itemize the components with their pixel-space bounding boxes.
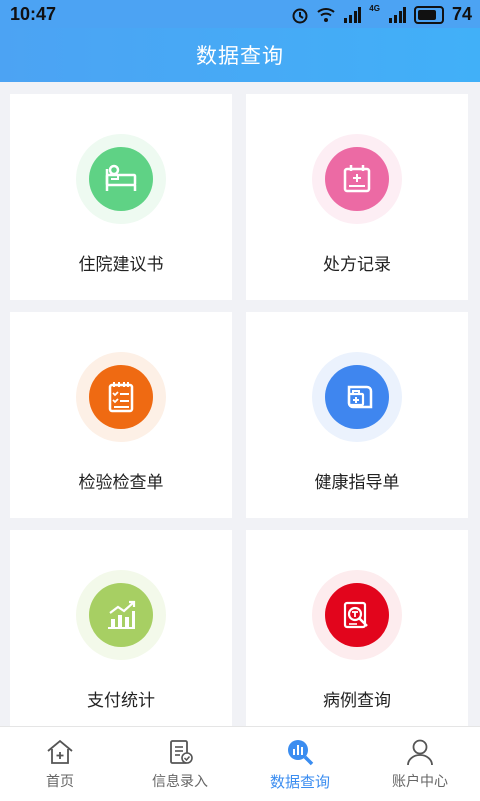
card-label: 病例查询 xyxy=(323,691,391,711)
icon-halo xyxy=(312,134,402,224)
card-label: 住院建议书 xyxy=(78,255,164,275)
network-type: 4G xyxy=(369,4,380,13)
card-hospital-advice[interactable]: 住院建议书 xyxy=(10,94,232,300)
icon-halo xyxy=(76,570,166,660)
document-edit-icon xyxy=(170,740,193,764)
tab-label: 首页 xyxy=(46,774,74,790)
checklist-icon xyxy=(108,382,134,413)
icon-circle xyxy=(89,147,153,211)
status-time: 10:47 xyxy=(10,4,57,24)
page-header: 数据查询 xyxy=(0,28,480,82)
alarm-icon xyxy=(292,8,308,23)
card-label: 支付统计 xyxy=(87,691,155,711)
tab-home[interactable]: 首页 xyxy=(0,727,120,801)
calendar-plus-icon xyxy=(343,165,371,193)
battery-icon xyxy=(413,5,444,24)
tab-label: 信息录入 xyxy=(152,774,208,790)
card-label: 检验检查单 xyxy=(78,473,164,493)
medical-kit-icon xyxy=(347,385,373,409)
status-bar: 10:47 4G 74 xyxy=(0,0,480,28)
card-label: 处方记录 xyxy=(323,255,391,275)
battery-level: 74 xyxy=(451,4,472,24)
signal-icon xyxy=(344,6,362,23)
home-icon xyxy=(47,739,73,764)
hospital-bed-icon xyxy=(105,164,137,191)
signal-icon-2 xyxy=(388,6,406,23)
card-payment-stats[interactable]: 支付统计 xyxy=(10,530,232,736)
icon-halo xyxy=(76,134,166,224)
case-search-icon xyxy=(343,601,368,629)
tab-account-center[interactable]: 账户中心 xyxy=(360,727,480,801)
icon-circle xyxy=(325,365,389,429)
card-case-search[interactable]: 病例查询 xyxy=(246,530,468,736)
card-label: 健康指导单 xyxy=(314,473,400,493)
page-title: 数据查询 xyxy=(196,44,284,68)
tab-label: 数据查询 xyxy=(269,773,330,791)
bottom-tab-bar: 首页 信息录入 数据查询 账户中心 xyxy=(0,726,480,801)
user-icon xyxy=(407,739,433,766)
card-lab-report[interactable]: 检验检查单 xyxy=(10,312,232,518)
icon-circle xyxy=(325,147,389,211)
tab-label: 账户中心 xyxy=(392,774,448,790)
icon-halo xyxy=(312,570,402,660)
wifi-icon xyxy=(317,7,335,22)
icon-halo xyxy=(312,352,402,442)
card-prescription-records[interactable]: 处方记录 xyxy=(246,94,468,300)
status-icons: 4G 74 xyxy=(291,4,472,25)
tab-data-query[interactable]: 数据查询 xyxy=(240,727,360,801)
data-search-icon xyxy=(288,740,314,766)
card-health-guidance[interactable]: 健康指导单 xyxy=(246,312,468,518)
icon-circle xyxy=(89,583,153,647)
icon-circle xyxy=(89,365,153,429)
bar-chart-icon xyxy=(108,600,136,629)
icon-halo xyxy=(76,352,166,442)
tab-info-entry[interactable]: 信息录入 xyxy=(120,727,240,801)
icon-circle xyxy=(325,583,389,647)
